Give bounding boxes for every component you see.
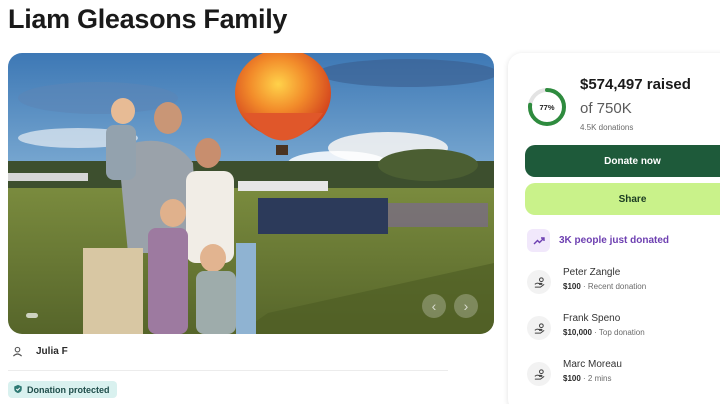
donation-hand-icon [527,362,551,386]
amount-raised: $574,497 raised [580,76,691,93]
donor-name: Frank Speno [563,313,621,324]
hero-photo[interactable]: ‹ › [8,53,494,334]
donation-protected-badge[interactable]: Donation protected [8,381,117,398]
donor-amount: $10,000 [563,328,592,337]
donor-amount: $100 [563,374,581,383]
donor-item: Marc Moreau $100 · 2 mins [527,358,622,386]
chevron-left-icon[interactable]: ‹ [422,294,446,318]
carousel-indicator [26,313,38,318]
donation-hand-icon [527,270,551,294]
donor-item: Peter Zangle $100 · Recent donation [527,266,646,294]
goal-amount: of 750K [580,100,632,117]
trending-up-icon [527,229,550,252]
donor-name: Peter Zangle [563,267,621,278]
donor-detail: Top donation [598,328,645,337]
badge-label: Donation protected [27,384,110,395]
donor-detail: 2 mins [587,374,612,383]
donate-now-button[interactable]: Donate now [525,145,720,177]
progress-percent: 77% [539,102,555,112]
person-icon [10,344,24,358]
donation-card: 77% $574,497 raised of 750K 4.5K donatio… [508,53,720,404]
donation-hand-icon [527,316,551,340]
donor-name: Marc Moreau [563,359,622,370]
shield-check-icon [13,381,23,399]
organizer[interactable]: Julia F [10,344,68,358]
progress-ring: 77% [526,86,568,128]
trending-donations: 3K people just donated [527,229,669,252]
share-button[interactable]: Share [525,183,720,215]
chevron-right-icon[interactable]: › [454,294,478,318]
organizer-name: Julia F [36,345,68,357]
donor-item: Frank Speno $10,000 · Top donation [527,312,645,340]
donor-amount: $100 [563,282,581,291]
donations-count: 4.5K donations [580,123,634,132]
donor-detail: Recent donation [587,282,647,291]
trending-text: 3K people just donated [559,235,670,246]
page-title: Liam Gleasons Family [8,4,288,34]
divider [8,370,448,371]
family-photo-illustration [8,53,494,334]
